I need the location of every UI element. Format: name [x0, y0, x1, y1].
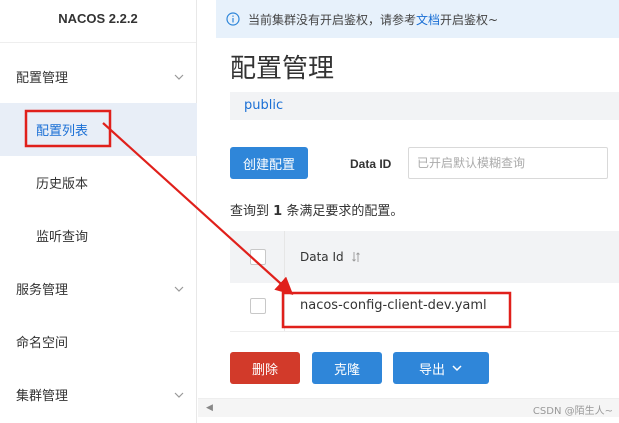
- sidebar: NACOS 2.2.2 配置管理 配置列表 历史版本 监听查询 服务管理 命名空…: [0, 0, 197, 423]
- delete-button[interactable]: 删除: [230, 352, 300, 384]
- create-config-button[interactable]: 创建配置: [230, 147, 308, 179]
- column-header-data-id[interactable]: Data Id: [300, 250, 344, 264]
- select-all-checkbox[interactable]: [250, 249, 266, 265]
- sidebar-item-label: 历史版本: [36, 177, 89, 192]
- export-button[interactable]: 导出: [393, 352, 489, 384]
- row-checkbox[interactable]: [250, 298, 266, 314]
- notice-text: 当前集群没有开启鉴权，请参考: [248, 12, 417, 27]
- sidebar-item-label: 配置管理: [16, 71, 69, 86]
- notice-text-suffix: 开启鉴权~: [440, 12, 499, 27]
- sidebar-item-service-management[interactable]: 服务管理: [0, 262, 197, 315]
- sidebar-item-label: 集群管理: [16, 389, 69, 404]
- data-id-label: Data ID: [350, 157, 392, 171]
- result-count: 1: [273, 204, 283, 219]
- watermark: CSDN @陌生人~: [532, 406, 613, 417]
- namespace-tab-public[interactable]: public: [230, 92, 619, 120]
- sidebar-item-config-list[interactable]: 配置列表: [0, 103, 197, 156]
- chevron-down-icon: [452, 365, 462, 372]
- docs-link[interactable]: 文档: [416, 11, 440, 28]
- data-id-cell: nacos-config-client-dev.yaml: [300, 298, 487, 313]
- scroll-left-icon[interactable]: ◀: [206, 403, 213, 413]
- result-prefix: 查询到: [230, 204, 270, 219]
- table-row[interactable]: nacos-config-client-dev.yaml: [230, 283, 619, 332]
- chevron-down-icon: [174, 74, 184, 80]
- sidebar-item-history[interactable]: 历史版本: [0, 156, 197, 209]
- page-title: 配置管理: [230, 54, 335, 84]
- sidebar-item-config-management[interactable]: 配置管理: [0, 50, 197, 103]
- result-summary: 查询到 1 条满足要求的配置。: [230, 200, 403, 219]
- sidebar-item-label: 服务管理: [16, 283, 69, 298]
- table-header: Data Id: [230, 231, 619, 283]
- main-content: 当前集群没有开启鉴权，请参考 文档 开启鉴权~ 配置管理 public 创建配置 D…: [198, 0, 619, 423]
- export-label: 导出: [418, 362, 445, 378]
- sidebar-item-namespace[interactable]: 命名空间: [0, 315, 197, 368]
- auth-notice: 当前集群没有开启鉴权，请参考 文档 开启鉴权~: [216, 0, 619, 38]
- chevron-down-icon: [174, 392, 184, 398]
- result-suffix: 条满足要求的配置。: [286, 204, 404, 219]
- namespace-label: public: [244, 98, 284, 113]
- chevron-down-icon: [174, 286, 184, 292]
- sidebar-item-listener-query[interactable]: 监听查询: [0, 209, 197, 262]
- sidebar-item-label: 命名空间: [16, 336, 69, 351]
- sort-icon[interactable]: [352, 251, 360, 263]
- app-logo: NACOS 2.2.2: [0, 0, 196, 43]
- sidebar-item-label: 监听查询: [36, 230, 89, 245]
- data-id-search-input[interactable]: [408, 147, 608, 179]
- sidebar-item-cluster-management[interactable]: 集群管理: [0, 368, 197, 421]
- column-divider: [284, 231, 285, 331]
- sidebar-item-label: 配置列表: [36, 124, 89, 139]
- info-icon: [226, 12, 240, 26]
- clone-button[interactable]: 克隆: [312, 352, 382, 384]
